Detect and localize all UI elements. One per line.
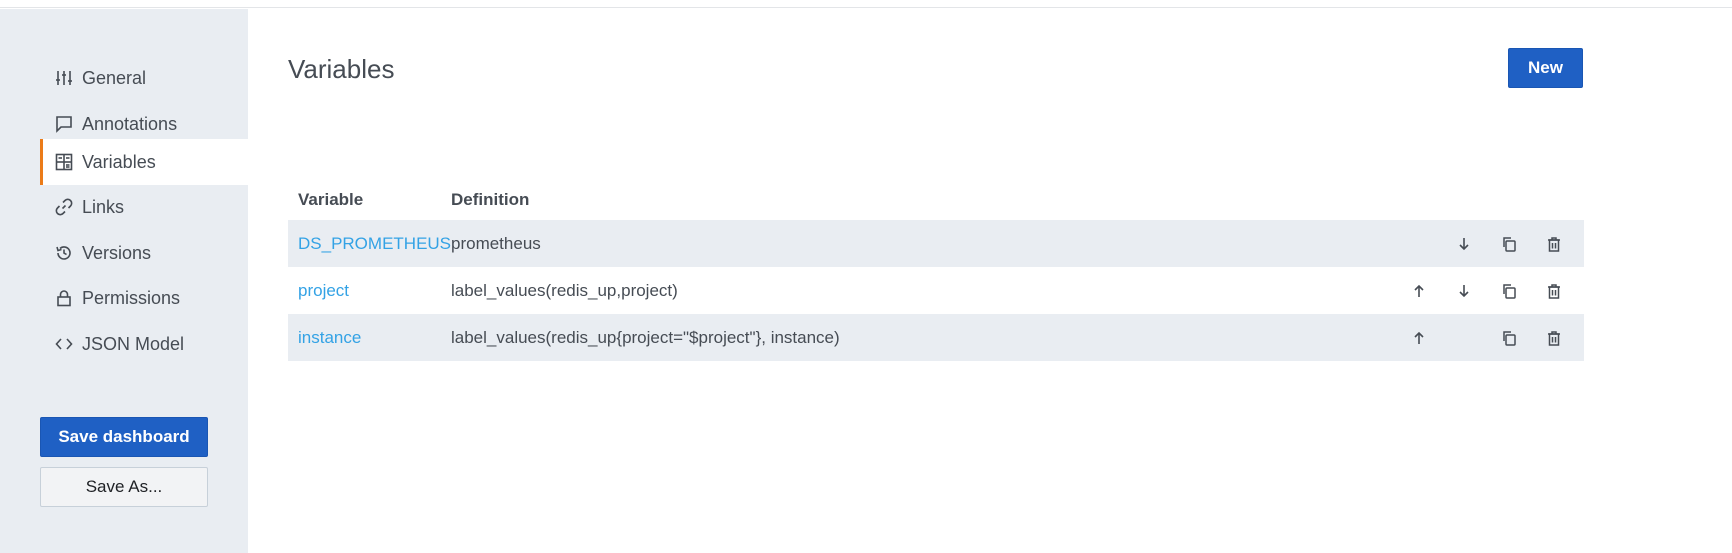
settings-sidebar: General Annotations Variables Links Vers… — [0, 9, 248, 553]
variable-definition: prometheus — [451, 233, 541, 253]
variable-definition: label_values(redis_up{project="$project"… — [451, 327, 840, 347]
history-icon — [54, 243, 74, 263]
variable-definition: label_values(redis_up,project) — [451, 280, 678, 300]
move-down-placeholder — [1441, 323, 1486, 353]
table-row: project label_values(redis_up,project) — [288, 267, 1584, 314]
new-variable-button[interactable]: New — [1508, 48, 1583, 88]
table-row: instance label_values(redis_up{project="… — [288, 314, 1584, 361]
sidebar-item-links[interactable]: Links — [40, 184, 248, 230]
column-header-definition: Definition — [451, 190, 530, 209]
variables-table: Variable Definition DS_PROMETHEUS promet… — [288, 180, 1584, 361]
arrow-up-icon[interactable] — [1396, 323, 1441, 353]
save-as-button[interactable]: Save As... — [40, 467, 208, 507]
sidebar-item-versions[interactable]: Versions — [40, 230, 248, 276]
sidebar-item-label: Annotations — [82, 113, 178, 134]
trash-icon[interactable] — [1531, 229, 1576, 259]
variable-name-link[interactable]: project — [298, 281, 349, 300]
save-dashboard-button[interactable]: Save dashboard — [40, 417, 208, 457]
move-up-placeholder — [1396, 229, 1441, 259]
top-border — [0, 0, 1732, 8]
trash-icon[interactable] — [1531, 323, 1576, 353]
comment-icon — [54, 114, 74, 134]
sidebar-item-label: Variables — [82, 151, 156, 172]
table-header: Variable Definition — [288, 180, 1584, 220]
link-icon — [54, 197, 74, 217]
sidebar-item-label: Versions — [82, 242, 152, 263]
sidebar-item-variables[interactable]: Variables — [40, 139, 248, 185]
arrow-down-icon[interactable] — [1441, 229, 1486, 259]
page-title: Variables — [288, 54, 395, 84]
arrow-up-icon[interactable] — [1396, 276, 1441, 306]
lock-icon — [54, 288, 74, 308]
table-row: DS_PROMETHEUS prometheus — [288, 220, 1584, 267]
variable-name-link[interactable]: instance — [298, 328, 361, 347]
sidebar-item-general[interactable]: General — [40, 55, 248, 101]
copy-icon[interactable] — [1486, 229, 1531, 259]
sidebar-item-label: JSON Model — [82, 333, 185, 354]
copy-icon[interactable] — [1486, 276, 1531, 306]
variable-name-link[interactable]: DS_PROMETHEUS — [298, 234, 451, 253]
calculator-icon — [54, 152, 74, 172]
code-icon — [54, 334, 74, 354]
trash-icon[interactable] — [1531, 276, 1576, 306]
sidebar-item-permissions[interactable]: Permissions — [40, 275, 248, 321]
sidebar-item-label: Links — [82, 196, 125, 217]
column-header-variable: Variable — [298, 190, 364, 209]
sidebar-item-label: General — [82, 67, 147, 88]
sliders-icon — [54, 68, 74, 88]
sidebar-item-label: Permissions — [82, 287, 181, 308]
arrow-down-icon[interactable] — [1441, 276, 1486, 306]
sidebar-item-json-model[interactable]: JSON Model — [40, 321, 248, 367]
copy-icon[interactable] — [1486, 323, 1531, 353]
